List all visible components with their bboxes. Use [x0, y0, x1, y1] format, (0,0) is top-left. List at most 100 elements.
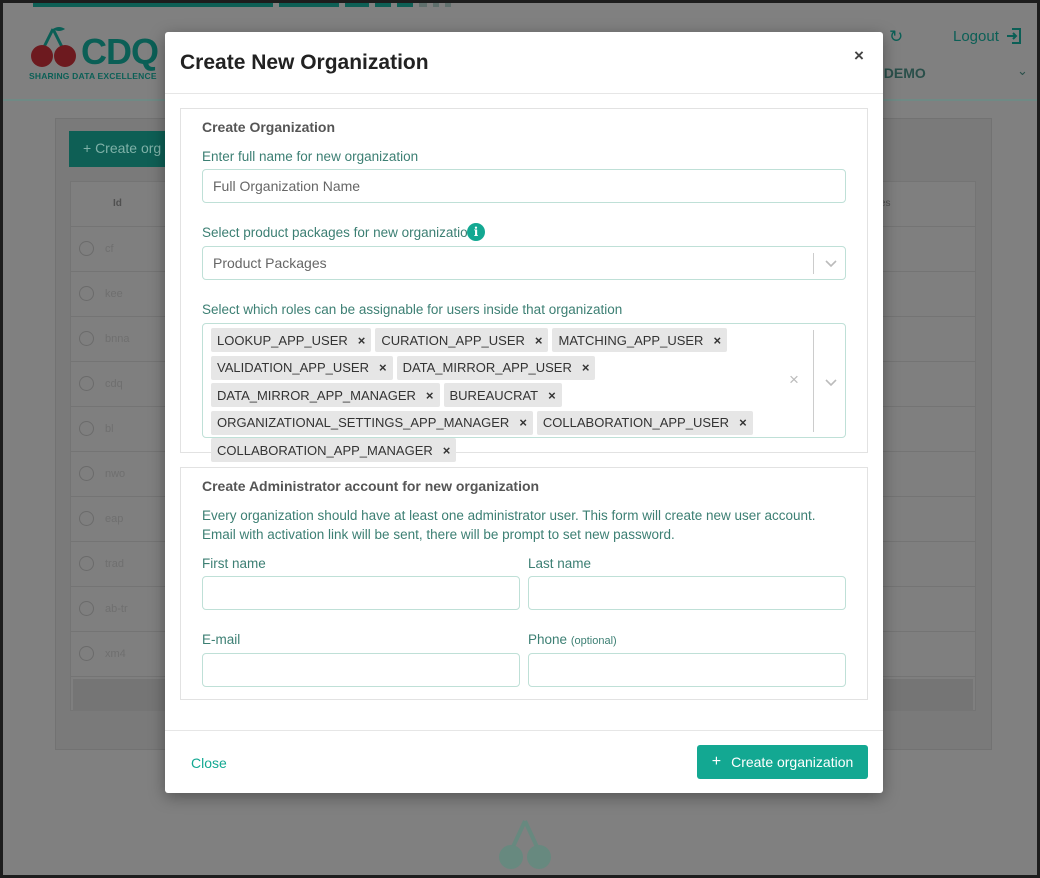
role-tag: DATA_MIRROR_APP_USER ×	[396, 355, 596, 380]
logout-link[interactable]: Logout	[953, 27, 1023, 45]
phone-label: Phone (optional)	[528, 632, 617, 647]
loading-bar	[33, 3, 451, 7]
role-tag: VALIDATION_APP_USER ×	[211, 355, 393, 380]
product-packages-select[interactable]: Product Packages	[202, 246, 846, 280]
create-organization-label: Create organization	[731, 754, 854, 770]
chevron-down-icon[interactable]	[824, 253, 838, 273]
modal-header: Create New Organization ×	[165, 32, 883, 94]
row-id: xm4	[105, 648, 126, 660]
chevron-down-icon[interactable]: ⌄	[1017, 63, 1028, 79]
row-radio[interactable]	[79, 646, 94, 661]
remove-tag-icon[interactable]: ×	[379, 360, 387, 375]
row-id: cf	[105, 243, 114, 255]
remove-tag-icon[interactable]: ×	[443, 443, 451, 458]
remove-tag-icon[interactable]: ×	[582, 360, 590, 375]
row-radio[interactable]	[79, 601, 94, 616]
info-icon[interactable]: i	[467, 223, 485, 241]
remove-tag-icon[interactable]: ×	[535, 333, 543, 348]
last-name-input[interactable]	[528, 576, 846, 610]
modal-title: Create New Organization	[180, 51, 429, 74]
organization-section: Create Organization Enter full name for …	[180, 108, 868, 462]
row-radio[interactable]	[79, 241, 94, 256]
role-tag-label: DATA_MIRROR_APP_USER	[402, 360, 572, 375]
remove-tag-icon[interactable]: ×	[739, 415, 747, 430]
role-tag-label: VALIDATION_APP_USER	[217, 360, 369, 375]
role-tags: LOOKUP_APP_USER × CURATION_APP_USER × MATCHI…	[211, 328, 801, 466]
cdq-logo: CDQ SHARING DATA EXCELLENCE	[29, 25, 169, 85]
org-name-label: Enter full name for new organization	[202, 149, 419, 164]
remove-tag-icon[interactable]: ×	[548, 388, 556, 403]
administrator-section-title: Create Administrator account for new org…	[202, 478, 540, 494]
role-tag-label: BUREAUCRAT	[449, 387, 539, 403]
create-organization-button[interactable]: + Create organization	[697, 745, 868, 779]
row-id: bl	[105, 423, 114, 435]
role-tag: BUREAUCRAT ×	[443, 383, 562, 407]
packages-label: Select product packages for new organiza…	[202, 225, 476, 240]
role-tag-label: ORGANIZATIONAL_SETTINGS_APP_MANAGER	[217, 415, 510, 430]
row-radio[interactable]	[79, 421, 94, 436]
row-id: nwo	[105, 468, 126, 480]
logout-icon	[1006, 28, 1021, 44]
modal-footer: Close + Create organization	[165, 730, 883, 793]
cherry-logo-icon	[31, 27, 76, 67]
role-tag-label: COLLABORATION_APP_MANAGER	[217, 442, 433, 458]
role-tag-label: DATA_MIRROR_APP_MANAGER	[217, 387, 416, 403]
refresh-icon[interactable]: ↻	[889, 27, 903, 47]
first-name-label: First name	[202, 556, 266, 571]
email-input[interactable]	[202, 653, 520, 687]
roles-label: Select which roles can be assignable for…	[202, 302, 623, 317]
remove-tag-icon[interactable]: ×	[426, 388, 434, 403]
row-id: cdq	[105, 378, 123, 390]
role-tag: LOOKUP_APP_USER ×	[211, 328, 372, 352]
role-tag-label: COLLABORATION_APP_USER	[542, 415, 730, 430]
create-organization-modal: Create New Organization × Create Organiz…	[165, 32, 883, 793]
logo-word: CDQ	[81, 31, 159, 72]
role-tag: COLLABORATION_APP_USER ×	[536, 410, 753, 435]
role-tag: ORGANIZATIONAL_SETTINGS_APP_MANAGER ×	[211, 410, 533, 435]
role-tag: CURATION_APP_USER ×	[375, 328, 549, 352]
cherry-watermark-icon	[499, 820, 551, 869]
row-radio[interactable]	[79, 466, 94, 481]
close-icon[interactable]: ×	[854, 46, 864, 66]
administrator-section: Create Administrator account for new org…	[180, 467, 868, 700]
table-header-id: Id	[113, 198, 122, 209]
organization-section-title: Create Organization	[202, 119, 336, 135]
row-radio[interactable]	[79, 556, 94, 571]
role-tag-label: LOOKUP_APP_USER	[217, 332, 348, 348]
clear-all-icon[interactable]: ×	[789, 370, 799, 390]
row-radio[interactable]	[79, 376, 94, 391]
row-radio[interactable]	[79, 286, 94, 301]
role-tag: DATA_MIRROR_APP_MANAGER ×	[211, 383, 440, 407]
email-label: E-mail	[202, 632, 241, 647]
first-name-input[interactable]	[202, 576, 520, 610]
row-id: eap	[105, 513, 124, 525]
role-tag-label: CURATION_APP_USER	[381, 332, 525, 348]
phone-input[interactable]	[528, 653, 846, 687]
role-tag: COLLABORATION_APP_MANAGER ×	[211, 438, 457, 462]
packages-placeholder: Product Packages	[213, 255, 327, 271]
administrator-description: Every organization should have at least …	[202, 508, 816, 542]
role-tag: MATCHING_APP_USER ×	[552, 328, 728, 352]
close-button[interactable]: Close	[191, 755, 227, 771]
role-tag-label: MATCHING_APP_USER	[558, 332, 704, 348]
row-id: ab-tr	[105, 603, 128, 615]
remove-tag-icon[interactable]: ×	[713, 333, 721, 348]
phone-label-text: Phone	[528, 632, 568, 647]
row-id: kee	[105, 288, 123, 300]
org-name-input[interactable]	[202, 169, 846, 203]
logout-label: Logout	[953, 27, 999, 45]
last-name-label: Last name	[528, 556, 592, 571]
row-id: trad	[105, 558, 124, 570]
remove-tag-icon[interactable]: ×	[519, 415, 527, 430]
select-separator	[813, 253, 814, 274]
phone-optional-hint: (optional)	[570, 635, 617, 647]
remove-tag-icon[interactable]: ×	[358, 333, 366, 348]
roles-multiselect[interactable]: LOOKUP_APP_USER × CURATION_APP_USER × MATCHI…	[202, 323, 846, 462]
logo-tagline: SHARING DATA EXCELLENCE	[29, 71, 157, 81]
row-radio[interactable]	[79, 331, 94, 346]
bg-create-org-button[interactable]: + Create org	[69, 131, 179, 167]
plus-icon: +	[711, 753, 722, 770]
row-radio[interactable]	[79, 511, 94, 526]
chevron-down-icon[interactable]	[824, 372, 838, 392]
select-separator	[813, 330, 814, 432]
